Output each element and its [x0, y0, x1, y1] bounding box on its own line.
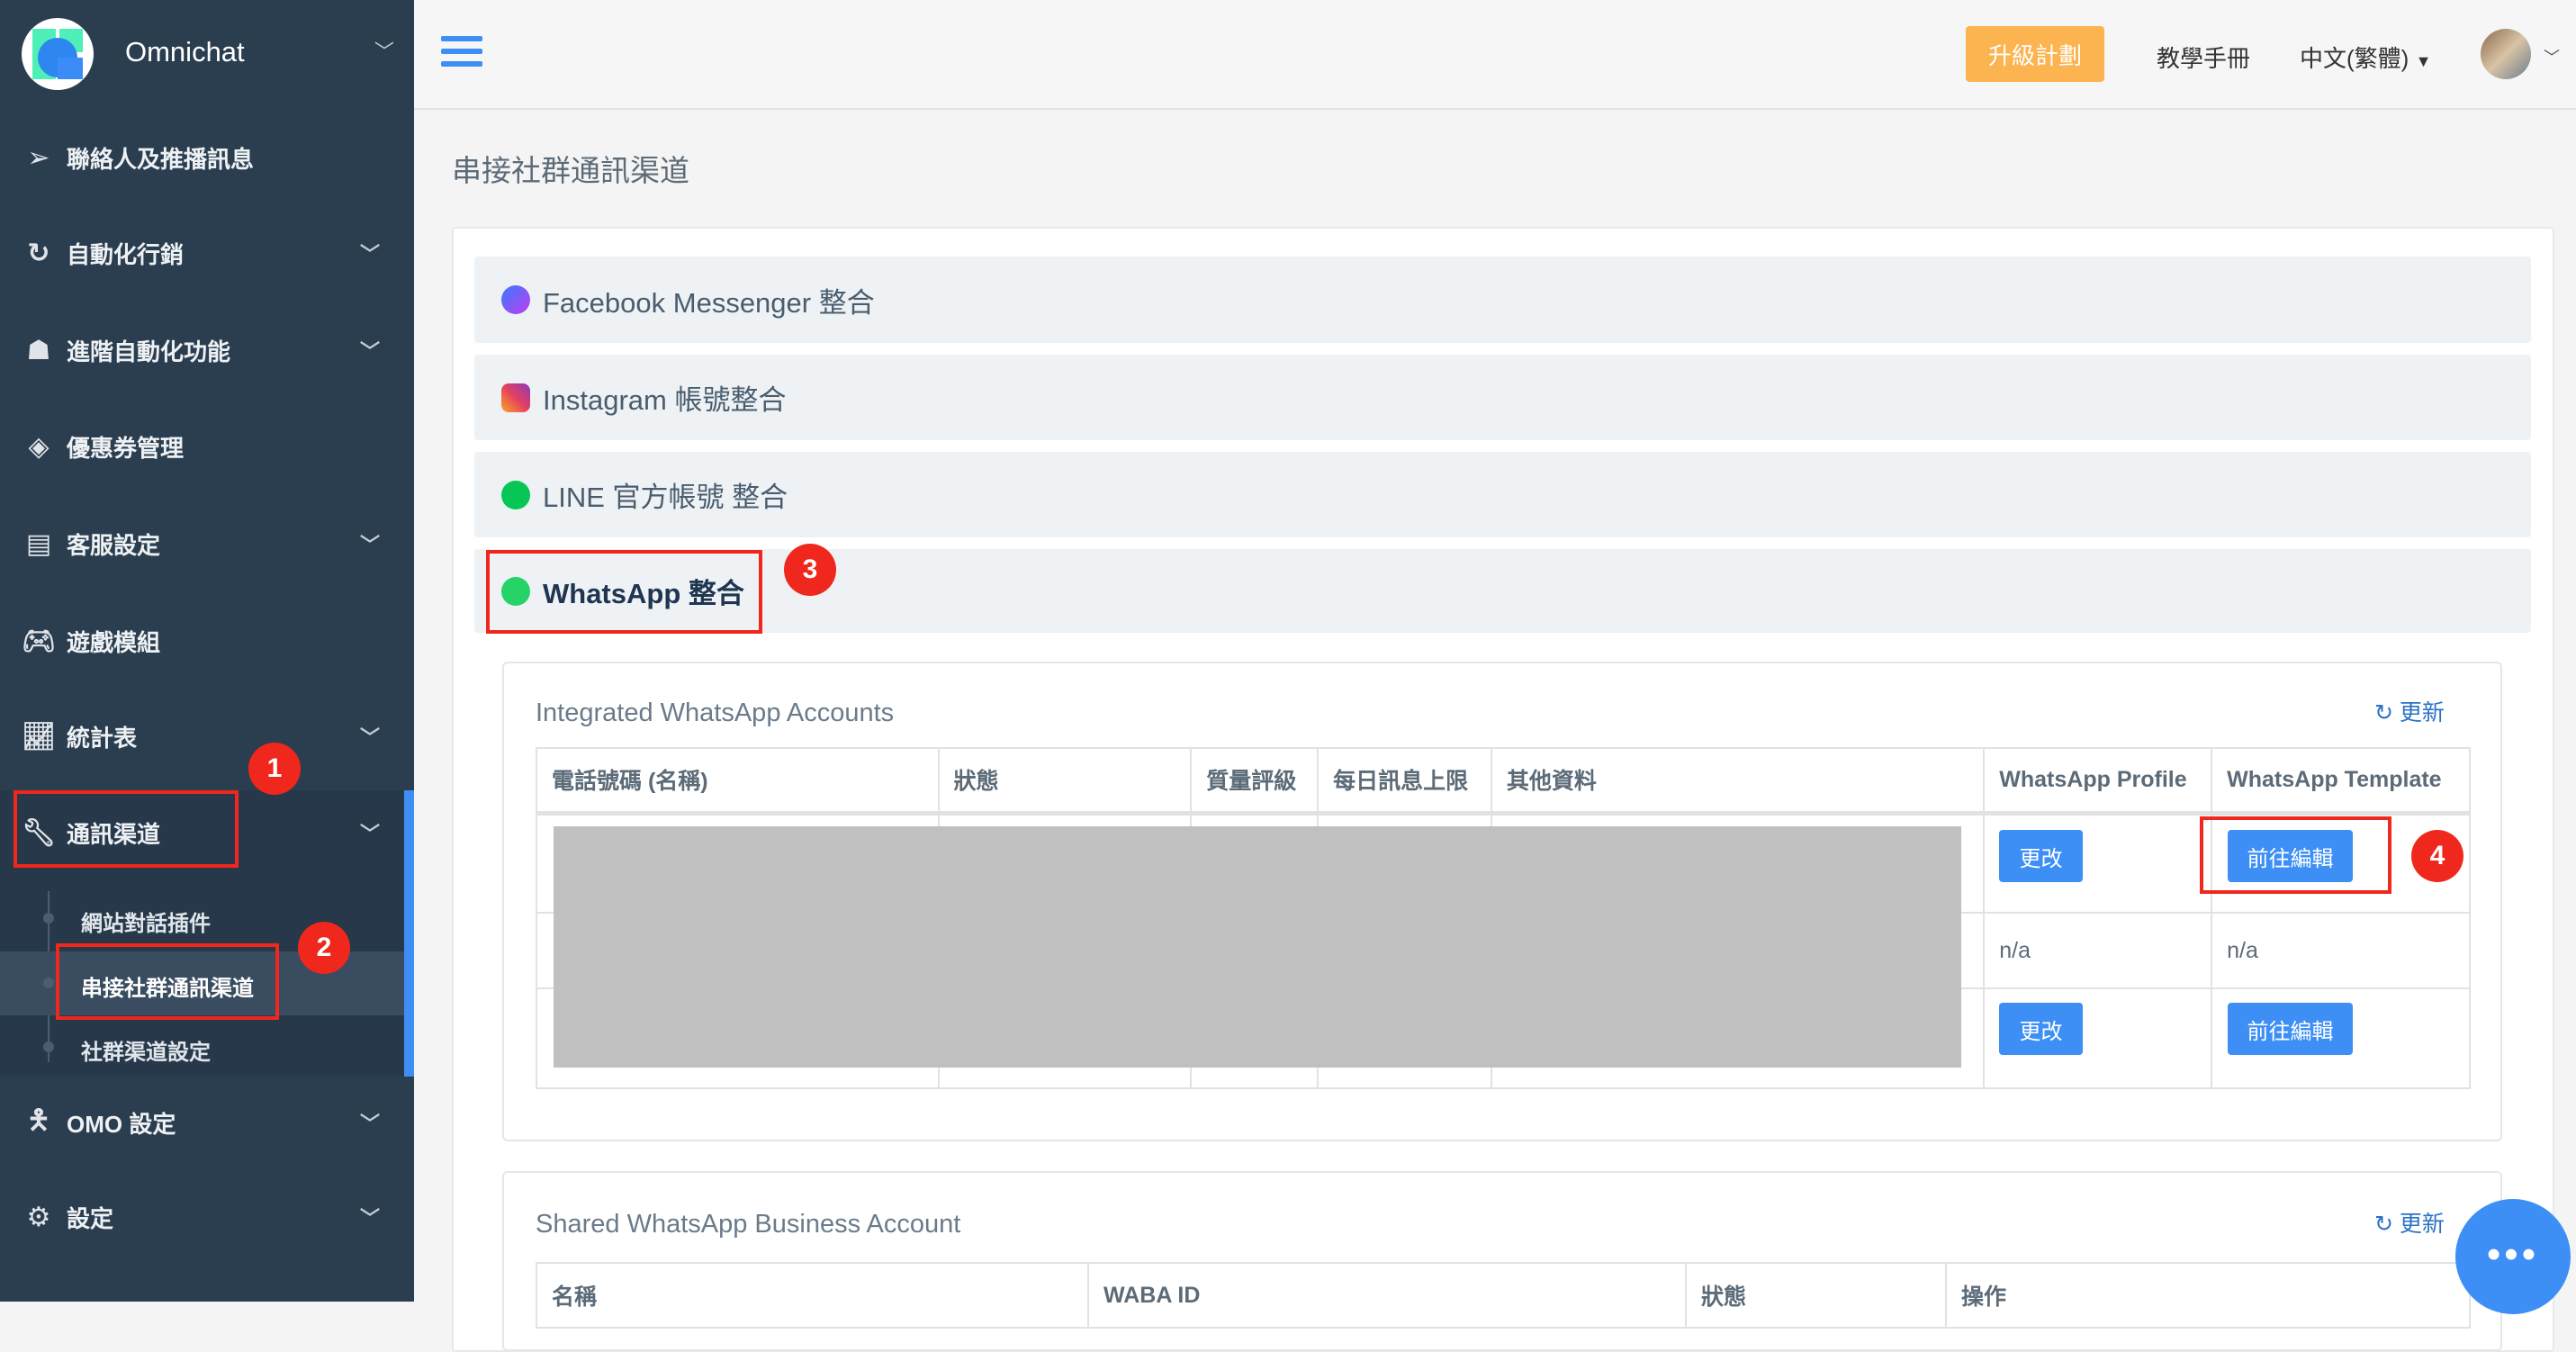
redacted-area: [554, 826, 1961, 1068]
chevron-down-icon[interactable]: ﹀: [374, 36, 394, 65]
col-daily-limit: 每日訊息上限: [1317, 747, 1492, 814]
annotation-box-4: [2200, 816, 2391, 894]
refresh-label: 更新: [2399, 700, 2445, 726]
accordion-instagram[interactable]: Instagram 帳號整合: [474, 355, 2531, 440]
gear-icon: ⚙: [26, 1202, 51, 1232]
col-quality: 質量評級: [1190, 747, 1320, 814]
submenu-dot: [43, 978, 54, 988]
person-icon: 🯅: [26, 1104, 51, 1135]
more-dots-icon: •••: [2486, 1232, 2540, 1276]
avatar[interactable]: [2481, 29, 2531, 79]
shared-waba-table: 名稱 WABA ID 狀態 操作: [536, 1262, 2471, 1329]
submenu-dot: [43, 913, 54, 924]
page-title: 串接社群通訊渠道: [452, 154, 689, 187]
gamepad-icon: 🎮︎: [21, 626, 57, 656]
annotation-box-1: [14, 790, 239, 868]
omnichat-logo: [22, 18, 94, 90]
col-waba-id: WABA ID: [1087, 1262, 1687, 1329]
annotation-badge-4: 4: [2411, 830, 2463, 882]
integrated-accounts-title: Integrated WhatsApp Accounts: [536, 699, 895, 727]
sidebar-item-service[interactable]: ▤ 客服設定 ﹀: [0, 517, 414, 571]
chevron-down-icon: ﹀: [359, 340, 380, 363]
sidebar-item-contacts[interactable]: ➢ 聯絡人及推播訊息: [0, 131, 414, 185]
sidebar-item-label: 統計表: [67, 724, 138, 752]
annotation-box-2: [56, 943, 279, 1020]
edit-profile-button[interactable]: 更改: [1999, 830, 2083, 882]
col-status: 狀態: [937, 747, 1193, 814]
upgrade-plan-button[interactable]: 升級計劃: [1966, 26, 2104, 82]
sidebar: Omnichat ﹀ ➢ 聯絡人及推播訊息 ↻ 自動化行銷 ﹀ ☗ 進階自動化功能 ﹀ ◈…: [0, 0, 414, 1302]
sidebar-item-label: 遊戲模組: [67, 628, 161, 656]
document-icon: ▤: [25, 528, 52, 559]
sidebar-item-label: 客服設定: [67, 531, 161, 559]
ticket-icon: ◈: [28, 431, 50, 462]
language-label: 中文(繁體): [2300, 45, 2409, 72]
caret-down-icon: ▼: [2415, 52, 2432, 70]
template-na: n/a: [2211, 912, 2471, 989]
col-phone: 電話號碼 (名稱): [536, 747, 940, 814]
sidebar-item-label: 聯絡人及推播訊息: [67, 145, 255, 173]
col-other: 其他資料: [1490, 747, 1986, 814]
sidebar-item-games[interactable]: 🎮︎ 遊戲模組: [0, 614, 414, 668]
sidebar-item-automation[interactable]: ↻ 自動化行銷 ﹀: [0, 226, 414, 280]
sidebar-item-omo[interactable]: 🯅 OMO 設定 ﹀: [0, 1095, 414, 1149]
messenger-icon: [501, 285, 530, 314]
chevron-down-icon: ﹀: [359, 1113, 380, 1135]
subitem-channel-settings[interactable]: 社群渠道設定: [81, 1034, 211, 1066]
refresh-icon: ↻: [2374, 700, 2393, 726]
annotation-badge-1: 1: [248, 743, 301, 795]
sidebar-item-label: 設定: [67, 1204, 114, 1232]
col-status: 狀態: [1685, 1262, 1947, 1329]
subitem-website-widget[interactable]: 網站對話插件: [81, 906, 211, 937]
chevron-down-icon: ﹀: [359, 1207, 380, 1230]
accordion-label: Facebook Messenger 整合: [543, 286, 875, 319]
edit-profile-button[interactable]: 更改: [1999, 1003, 2083, 1055]
android-icon: ☗: [26, 335, 51, 365]
accordion-line[interactable]: LINE 官方帳號 整合: [474, 452, 2531, 537]
chevron-down-icon[interactable]: ﹀: [2544, 45, 2560, 68]
annotation-badge-3: 3: [784, 544, 836, 596]
annotation-box-3: [486, 550, 762, 634]
annotation-badge-2: 2: [298, 922, 350, 974]
col-template: WhatsApp Template: [2211, 747, 2471, 814]
sidebar-item-stats[interactable]: 📈︎ 統計表 ﹀: [0, 709, 414, 763]
accordion-whatsapp[interactable]: WhatsApp 整合: [474, 549, 2531, 633]
brand-name: Omnichat: [125, 36, 245, 68]
chevron-down-icon: ﹀: [359, 726, 380, 749]
sidebar-item-coupons[interactable]: ◈ 優惠券管理: [0, 419, 414, 473]
refresh-button[interactable]: ↻ 更新: [2374, 1206, 2445, 1239]
paper-plane-icon: ➢: [27, 142, 50, 173]
chevron-down-icon: ﹀: [359, 534, 380, 556]
line-chart-icon: 📈︎: [21, 721, 57, 752]
refresh-button[interactable]: ↻ 更新: [2374, 695, 2445, 727]
instagram-icon: [501, 383, 530, 412]
accordion-label: Instagram 帳號整合: [543, 384, 787, 416]
sidebar-item-advanced[interactable]: ☗ 進階自動化功能 ﹀: [0, 323, 414, 377]
col-name: 名稱: [536, 1262, 1089, 1329]
sidebar-item-label: 優惠券管理: [67, 434, 185, 462]
refresh-icon: ↻: [2374, 1212, 2393, 1237]
line-icon: [501, 480, 530, 509]
topbar: 升級計劃 教學手冊 中文(繁體) ▼ ﹀: [414, 0, 2576, 110]
sidebar-item-label: OMO 設定: [67, 1110, 176, 1138]
refresh-label: 更新: [2399, 1212, 2445, 1237]
sidebar-item-settings[interactable]: ⚙ 設定 ﹀: [0, 1190, 414, 1244]
sidebar-item-label: 自動化行銷: [67, 240, 185, 268]
language-dropdown[interactable]: 中文(繁體) ▼: [2300, 41, 2431, 74]
hamburger-menu-icon[interactable]: [441, 36, 482, 67]
manual-link[interactable]: 教學手冊: [2157, 41, 2250, 74]
submenu-dot: [43, 1041, 54, 1052]
profile-na: n/a: [1983, 912, 2213, 989]
accordion-facebook[interactable]: Facebook Messenger 整合: [474, 257, 2531, 343]
shared-waba-title: Shared WhatsApp Business Account: [536, 1210, 961, 1239]
chevron-down-icon: ﹀: [359, 243, 380, 266]
sidebar-item-label: 進階自動化功能: [67, 338, 231, 365]
accordion-label: LINE 官方帳號 整合: [543, 482, 788, 513]
chat-widget-button[interactable]: •••: [2455, 1199, 2571, 1314]
refresh-icon: ↻: [27, 238, 50, 268]
col-actions: 操作: [1945, 1262, 2471, 1329]
col-profile: WhatsApp Profile: [1983, 747, 2213, 814]
chevron-down-icon: ﹀: [359, 823, 380, 845]
edit-template-button[interactable]: 前往編輯: [2228, 1003, 2353, 1055]
